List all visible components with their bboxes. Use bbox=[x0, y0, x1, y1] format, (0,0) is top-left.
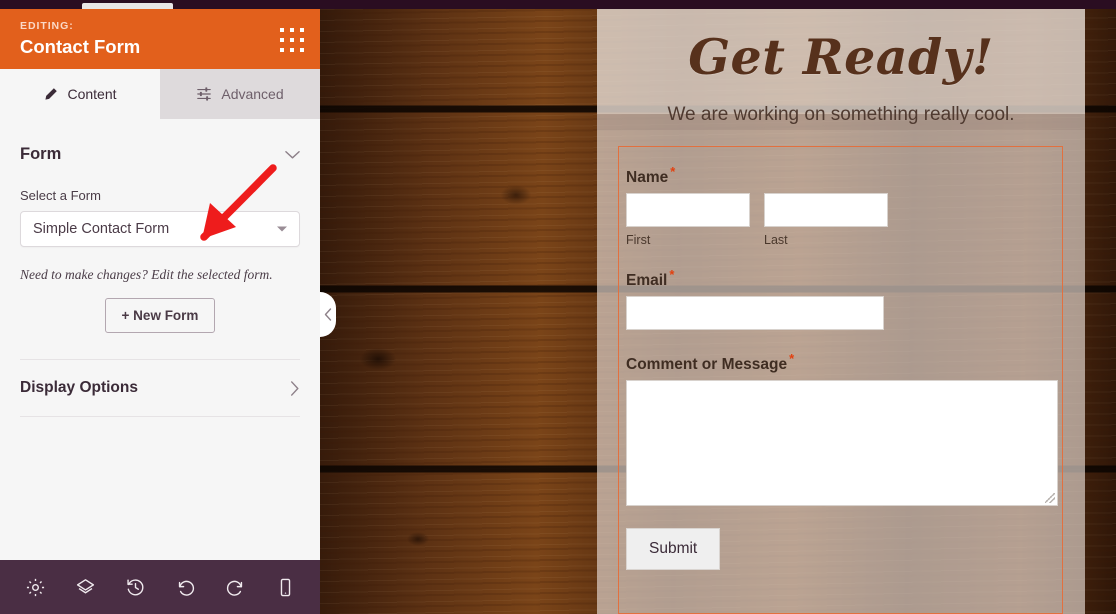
site-preview: Get Ready! We are working on something r… bbox=[320, 9, 1116, 614]
tab-content[interactable]: Content bbox=[0, 69, 160, 119]
hero-section: Get Ready! We are working on something r… bbox=[597, 9, 1085, 126]
last-name-sublabel: Last bbox=[764, 233, 788, 248]
sidebar-tabs: Content Advanced bbox=[0, 69, 320, 119]
field-label-email: Email * bbox=[626, 267, 1058, 290]
new-form-button-wrap: + New Form bbox=[20, 298, 300, 333]
tab-advanced[interactable]: Advanced bbox=[160, 69, 320, 119]
browser-tab-indicator[interactable] bbox=[82, 3, 173, 9]
browser-top-strip bbox=[0, 0, 1116, 9]
customizer-sidebar: EDITING: Contact Form Content Advanced F… bbox=[0, 9, 320, 614]
email-input[interactable] bbox=[626, 296, 884, 331]
display-options-title: Display Options bbox=[20, 379, 138, 396]
grid-dots-icon[interactable] bbox=[280, 28, 304, 52]
first-name-group: First bbox=[626, 193, 750, 247]
new-form-button[interactable]: + New Form bbox=[104, 298, 216, 333]
panel-title: Contact Form bbox=[20, 36, 141, 57]
pencil-icon bbox=[45, 87, 58, 100]
required-asterisk: * bbox=[669, 267, 675, 283]
tab-content-label: Content bbox=[67, 86, 117, 102]
form-helper-text: Need to make changes? Edit the selected … bbox=[20, 267, 273, 282]
comment-label-text: Comment or Message bbox=[626, 356, 788, 374]
sidebar-footer-toolbar bbox=[0, 560, 320, 614]
mobile-icon[interactable] bbox=[270, 572, 300, 602]
hero-title: Get Ready! bbox=[688, 28, 994, 86]
first-name-sublabel: First bbox=[626, 233, 651, 248]
caret-down-icon bbox=[277, 226, 287, 232]
required-asterisk: * bbox=[789, 351, 795, 367]
required-asterisk: * bbox=[670, 164, 676, 179]
editing-label: EDITING: bbox=[20, 20, 74, 32]
customizer-screen: Get Ready! We are working on something r… bbox=[0, 0, 1116, 614]
name-field-row: First Last bbox=[626, 193, 1058, 247]
name-label-text: Name bbox=[626, 169, 669, 187]
chevron-right-icon bbox=[290, 380, 300, 396]
form-section-title: Form bbox=[20, 145, 62, 163]
form-select-dropdown[interactable]: Simple Contact Form bbox=[20, 211, 300, 247]
first-name-input[interactable] bbox=[626, 193, 750, 228]
contact-form: Name * First Last Email * Comment or Messa… bbox=[626, 164, 1058, 571]
chevron-left-icon bbox=[324, 308, 332, 321]
gear-icon[interactable] bbox=[20, 572, 50, 602]
chevron-down-icon[interactable] bbox=[285, 150, 300, 160]
email-label-text: Email bbox=[626, 272, 668, 290]
resize-grip-icon[interactable] bbox=[1045, 493, 1055, 504]
field-label-comment: Comment or Message * bbox=[626, 351, 1058, 374]
hero-subtitle: We are working on something really cool. bbox=[667, 104, 1015, 125]
field-label-name: Name * bbox=[626, 164, 1058, 187]
sidebar-body: Form Select a Form Simple Contact Form N… bbox=[0, 119, 320, 417]
select-a-form-label: Select a Form bbox=[20, 188, 101, 203]
history-icon[interactable] bbox=[120, 572, 150, 602]
layers-icon[interactable] bbox=[70, 572, 100, 602]
undo-icon[interactable] bbox=[170, 572, 200, 602]
submit-button[interactable]: Submit bbox=[626, 528, 721, 571]
sliders-icon bbox=[197, 87, 212, 101]
form-select-value: Simple Contact Form bbox=[33, 221, 170, 237]
redo-icon[interactable] bbox=[220, 572, 250, 602]
tab-advanced-label: Advanced bbox=[221, 86, 284, 102]
sidebar-item-display-options[interactable]: Display Options bbox=[20, 360, 300, 416]
comment-textarea[interactable] bbox=[626, 380, 1058, 507]
last-name-input[interactable] bbox=[764, 193, 888, 228]
form-section-header[interactable]: Form bbox=[20, 119, 300, 164]
section-divider-bottom bbox=[20, 416, 300, 417]
sidebar-header: EDITING: Contact Form bbox=[0, 9, 320, 69]
last-name-group: Last bbox=[764, 193, 888, 247]
